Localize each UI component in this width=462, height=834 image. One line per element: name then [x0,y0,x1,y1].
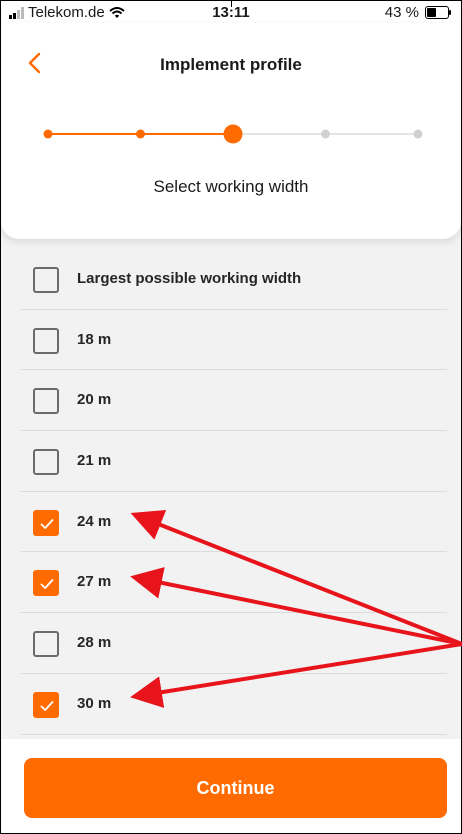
option-label: 30 m [77,694,112,712]
option-label: 28 m [77,634,112,652]
option-label: 21 m [77,452,112,470]
list-item[interactable]: 21 m [21,431,447,492]
option-label: 18 m [77,330,112,348]
checkbox-unchecked[interactable] [33,449,59,476]
checkmark-icon [40,518,54,529]
option-label: 27 m [77,573,112,591]
list-item[interactable]: 20 m [21,370,447,432]
checkmark-icon [40,700,54,711]
status-right: 43 % [384,4,451,21]
option-label: Largest possible working width [77,270,302,287]
stepper-dot [43,129,53,139]
checkmark-icon [40,579,54,590]
checkbox-unchecked[interactable] [33,327,59,354]
stepper-dot [321,129,330,139]
phone-screen: Telekom.de 13:11 43 % Implement profile … [0,0,462,834]
checkbox-unchecked[interactable] [33,267,59,293]
option-label: 24 m [77,512,112,530]
option-label: 20 m [77,391,112,409]
list-item[interactable]: 24 m [21,492,447,553]
continue-button[interactable]: Continue [24,758,447,818]
header-card: Implement profile Select working width [1,23,461,239]
battery-icon [425,6,451,19]
list-item[interactable]: Largest possible working width [21,249,447,310]
status-bar: Telekom.de 13:11 43 % [1,1,461,23]
checkbox-checked[interactable] [33,570,59,597]
list-item[interactable]: 30 m [21,674,447,735]
checkbox-checked[interactable] [33,509,59,536]
list-item[interactable]: 28 m [21,613,447,674]
list-item[interactable]: 18 m [21,310,447,371]
stepper-dot [413,129,423,139]
step-subtitle: Select working width [153,177,309,196]
checkbox-unchecked[interactable] [33,631,59,658]
progress-stepper [43,124,423,144]
stepper-dot [136,129,145,139]
stepper-dot-current [223,124,243,144]
battery-percent: 43 % [384,4,419,21]
page-title: Implement profile [160,55,302,74]
working-width-list: Largest possible working width 18 m 20 m 21… [21,249,447,735]
list-item[interactable]: 27 m [21,552,447,614]
checkbox-checked[interactable] [33,691,59,718]
checkbox-unchecked[interactable] [33,388,59,415]
